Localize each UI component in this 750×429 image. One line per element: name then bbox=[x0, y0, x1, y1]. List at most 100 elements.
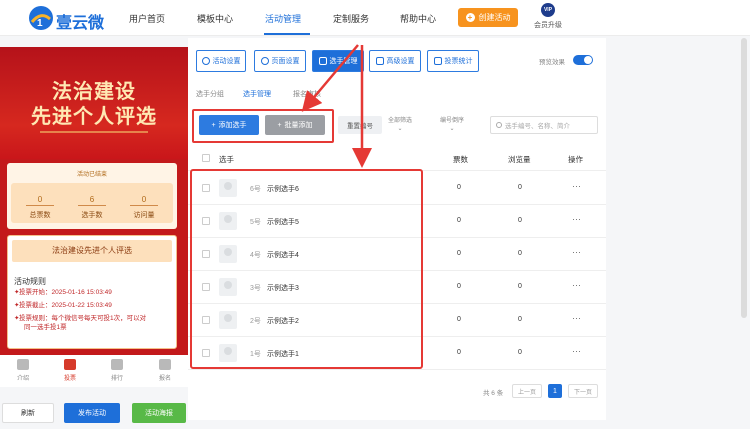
tool-label: 页面设置 bbox=[271, 58, 300, 65]
logo-icon: 1 bbox=[29, 6, 53, 30]
banner-decoration bbox=[40, 131, 148, 133]
more-actions-button[interactable]: ··· bbox=[572, 181, 581, 191]
player-votes: 0 bbox=[457, 184, 461, 191]
more-actions-button[interactable]: ··· bbox=[572, 313, 581, 323]
player-votes: 0 bbox=[457, 283, 461, 290]
more-actions-button[interactable]: ··· bbox=[572, 346, 581, 356]
subtab-player-management[interactable]: 选手管理 bbox=[243, 89, 271, 99]
settings-icon bbox=[201, 57, 210, 65]
stats-box: 0 总票数 6 选手数 0 访问量 bbox=[11, 183, 173, 223]
player-views: 0 bbox=[518, 217, 522, 224]
preview-tab-vote[interactable]: 投票 bbox=[55, 359, 85, 382]
stat-player-count: 6 选手数 bbox=[67, 195, 117, 220]
vip-icon: VIP bbox=[541, 3, 555, 17]
highlight-box-player-list bbox=[190, 169, 423, 369]
player-views: 0 bbox=[518, 316, 522, 323]
player-votes: 0 bbox=[457, 250, 461, 257]
more-actions-button[interactable]: ··· bbox=[572, 214, 581, 224]
preview-effect-label: 预览效果 bbox=[539, 59, 565, 66]
app-root: 1 壹云微 用户首页 模板中心 活动管理 定制服务 帮助中心 + 创建活动 VI… bbox=[0, 0, 750, 429]
more-actions-button[interactable]: ··· bbox=[572, 280, 581, 290]
stat-label: 选手数 bbox=[81, 212, 103, 219]
preview-tab-intro[interactable]: 介绍 bbox=[8, 359, 38, 382]
vip-upgrade[interactable]: VIP 会员升级 bbox=[533, 3, 563, 30]
header-views: 浏览量 bbox=[508, 155, 531, 164]
chevron-down-icon: ⌄ bbox=[397, 126, 403, 132]
signup-icon bbox=[159, 359, 171, 370]
activity-stats-card: 活动已结束 0 总票数 6 选手数 0 访问量 bbox=[7, 163, 177, 229]
header-votes: 票数 bbox=[453, 155, 468, 164]
rule-text: 投票截止：2025-01-22 15:03:49 bbox=[19, 302, 112, 309]
rule-text: 投票开始：2025-01-16 15:03:49 bbox=[19, 289, 112, 296]
player-views: 0 bbox=[518, 250, 522, 257]
advanced-settings-button[interactable]: 高级设置 bbox=[369, 50, 421, 72]
activity-settings-button[interactable]: 活动设置 bbox=[196, 50, 246, 72]
home-icon bbox=[64, 359, 76, 370]
users-icon bbox=[318, 57, 327, 65]
player-management-button[interactable]: 选手管理 bbox=[312, 50, 364, 72]
sort-label: 编号倒序 bbox=[440, 118, 465, 124]
sliders-icon bbox=[375, 57, 384, 65]
rules-title: 活动规则 bbox=[14, 277, 46, 286]
nav-item-user-home[interactable]: 用户首页 bbox=[129, 12, 165, 25]
nav-item-activity-management[interactable]: 活动管理 bbox=[265, 12, 301, 25]
stat-value: 0 bbox=[26, 195, 54, 206]
player-votes: 0 bbox=[457, 316, 461, 323]
plus-icon: + bbox=[465, 13, 475, 22]
intro-icon bbox=[17, 359, 29, 370]
next-page-button[interactable]: 下一页 bbox=[568, 384, 598, 398]
tool-label: 选手管理 bbox=[329, 58, 358, 65]
preview-tab-signup[interactable]: 报名 bbox=[150, 359, 180, 382]
nav-item-template-center[interactable]: 模板中心 bbox=[197, 12, 233, 25]
prev-page-button[interactable]: 上一页 bbox=[512, 384, 542, 398]
create-activity-button[interactable]: + 创建活动 bbox=[458, 8, 518, 27]
page-scrollbar[interactable] bbox=[741, 38, 747, 318]
brand-name[interactable]: 壹云微 bbox=[56, 9, 104, 33]
rule-vote-policy: ✦投票规则：每个微信号每天可投1次，可以对 bbox=[14, 314, 146, 323]
publish-activity-button[interactable]: 发布活动 bbox=[64, 403, 120, 423]
activity-title: 法治建设先进个人评选 bbox=[12, 240, 172, 262]
sort-dropdown[interactable]: 编号倒序 ⌄ bbox=[440, 117, 464, 133]
preview-effect-toggle[interactable] bbox=[573, 55, 593, 65]
stat-total-votes: 0 总票数 bbox=[15, 195, 65, 220]
subtab-player-groups[interactable]: 选手分组 bbox=[196, 89, 224, 99]
vip-label: 会员升级 bbox=[534, 22, 562, 29]
bar-chart-icon bbox=[433, 57, 442, 65]
highlight-box-add-buttons bbox=[192, 109, 334, 143]
page-number-button[interactable]: 1 bbox=[548, 384, 562, 398]
reset-number-button[interactable]: 重置编号 bbox=[338, 116, 382, 134]
preview-tab-label: 投票 bbox=[63, 376, 76, 382]
search-icon bbox=[496, 122, 502, 128]
player-views: 0 bbox=[518, 283, 522, 290]
mobile-preview: 法治建设 先进个人评选 活动已结束 0 总票数 6 选手数 0 访问量 法治建设… bbox=[0, 47, 188, 387]
player-views: 0 bbox=[518, 349, 522, 356]
nav-item-help-center[interactable]: 帮助中心 bbox=[400, 12, 436, 25]
refresh-button[interactable]: 刷新 bbox=[2, 403, 54, 423]
pagination-total: 共 6 条 bbox=[483, 390, 504, 397]
filter-label: 全部筛选 bbox=[388, 118, 413, 124]
stat-label: 访问量 bbox=[133, 212, 155, 219]
filter-all-dropdown[interactable]: 全部筛选 ⌄ bbox=[388, 117, 412, 133]
preview-tab-ranking[interactable]: 排行 bbox=[102, 359, 132, 382]
preview-banner: 法治建设 先进个人评选 bbox=[0, 47, 188, 159]
rule-vote-policy-cont: 同一选手投1票 bbox=[24, 324, 67, 331]
page-settings-button[interactable]: 页面设置 bbox=[254, 50, 306, 72]
nav-item-custom-service[interactable]: 定制服务 bbox=[333, 12, 369, 25]
preview-tab-label: 报名 bbox=[158, 376, 171, 382]
subtab-signup-review[interactable]: 报名审核 bbox=[293, 89, 321, 99]
vote-statistics-button[interactable]: 投票统计 bbox=[427, 50, 479, 72]
preview-tab-label: 排行 bbox=[110, 376, 123, 382]
player-search-input[interactable]: 选手编号、名称、简介 bbox=[490, 116, 598, 134]
page-icon bbox=[260, 57, 269, 65]
player-votes: 0 bbox=[457, 349, 461, 356]
activity-rules-card: 法治建设先进个人评选 活动规则 ✦投票开始：2025-01-16 15:03:4… bbox=[7, 235, 177, 349]
select-all-checkbox[interactable] bbox=[202, 154, 210, 162]
table-header: 选手 票数 浏览量 操作 bbox=[188, 145, 606, 171]
top-nav: 1 壹云微 用户首页 模板中心 活动管理 定制服务 帮助中心 + 创建活动 VI… bbox=[0, 0, 750, 36]
main-panel: 活动设置 页面设置 选手管理 高级设置 投票统计 预览效果 选手分组 选手管理 … bbox=[188, 38, 606, 420]
rule-vote-end: ✦投票截止：2025-01-22 15:03:49 bbox=[14, 301, 112, 310]
more-actions-button[interactable]: ··· bbox=[572, 247, 581, 257]
banner-title-line2: 先进个人评选 bbox=[31, 106, 157, 128]
tool-label: 投票统计 bbox=[444, 58, 473, 65]
activity-poster-button[interactable]: 活动海报 bbox=[132, 403, 186, 423]
